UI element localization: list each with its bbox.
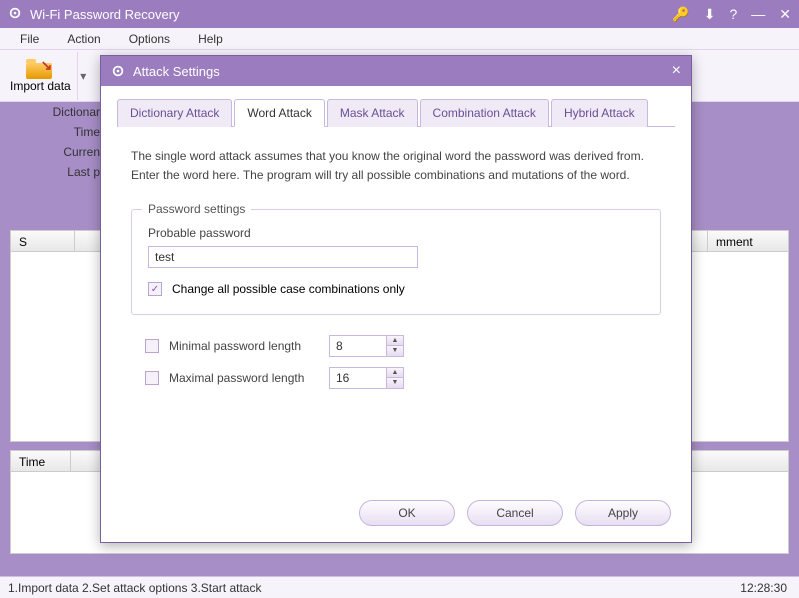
description-text: The single word attack assumes that you …: [131, 147, 661, 185]
min-length-spinner: ▲ ▼: [329, 335, 404, 357]
menu-help[interactable]: Help: [184, 29, 237, 49]
case-combinations-label: Change all possible case combinations on…: [172, 282, 405, 296]
toolbar-dropdown[interactable]: ▾: [77, 52, 89, 100]
dialog-icon: [111, 64, 125, 78]
max-length-up[interactable]: ▲: [387, 368, 403, 378]
info-current: Curren: [10, 142, 100, 162]
case-combinations-checkbox[interactable]: [148, 282, 162, 296]
password-settings-fieldset: Password settings Probable password Chan…: [131, 209, 661, 315]
col-time[interactable]: Time: [11, 451, 71, 471]
max-length-label: Maximal password length: [169, 371, 319, 385]
statusbar-time: 12:28:30: [740, 581, 791, 595]
import-data-label: Import data: [10, 79, 71, 93]
max-length-spinner: ▲ ▼: [329, 367, 404, 389]
min-length-input[interactable]: [329, 335, 387, 357]
dialog-close-icon[interactable]: ×: [672, 62, 681, 80]
minimize-icon[interactable]: —: [751, 7, 765, 21]
min-length-checkbox[interactable]: [145, 339, 159, 353]
attack-settings-dialog: Attack Settings × Dictionary Attack Word…: [100, 55, 692, 543]
info-panel: Dictionar Time Curren Last p: [10, 102, 100, 182]
min-length-label: Minimal password length: [169, 339, 319, 353]
apply-button[interactable]: Apply: [575, 500, 671, 526]
col-comment[interactable]: mment: [708, 231, 788, 251]
probable-password-input[interactable]: [148, 246, 418, 268]
window-title: Wi-Fi Password Recovery: [30, 7, 672, 22]
col-ssid[interactable]: S: [11, 231, 75, 251]
info-time: Time: [10, 122, 100, 142]
download-icon[interactable]: ⬇: [704, 7, 716, 21]
min-length-up[interactable]: ▲: [387, 336, 403, 346]
tab-content: The single word attack assumes that you …: [117, 127, 675, 419]
cancel-button[interactable]: Cancel: [467, 500, 563, 526]
main-titlebar: Wi-Fi Password Recovery 🔑 ⬇ ? — ✕: [0, 0, 799, 28]
tab-combination-attack[interactable]: Combination Attack: [420, 99, 549, 127]
statusbar-text: 1.Import data 2.Set attack options 3.Sta…: [8, 581, 740, 595]
max-length-checkbox[interactable]: [145, 371, 159, 385]
info-last: Last p: [10, 162, 100, 182]
tab-word-attack[interactable]: Word Attack: [234, 99, 324, 127]
menu-file[interactable]: File: [6, 29, 53, 49]
help-icon[interactable]: ?: [729, 7, 737, 21]
max-length-down[interactable]: ▼: [387, 378, 403, 388]
menu-options[interactable]: Options: [115, 29, 184, 49]
max-length-input[interactable]: [329, 367, 387, 389]
ok-button[interactable]: OK: [359, 500, 455, 526]
tab-hybrid-attack[interactable]: Hybrid Attack: [551, 99, 648, 127]
dialog-titlebar[interactable]: Attack Settings ×: [101, 56, 691, 86]
dialog-title: Attack Settings: [133, 64, 672, 79]
tab-dictionary-attack[interactable]: Dictionary Attack: [117, 99, 232, 127]
menubar: File Action Options Help: [0, 28, 799, 50]
app-icon: [8, 6, 24, 22]
close-icon[interactable]: ✕: [779, 7, 791, 21]
statusbar: 1.Import data 2.Set attack options 3.Sta…: [0, 576, 799, 598]
probable-password-label: Probable password: [148, 226, 644, 240]
tab-mask-attack[interactable]: Mask Attack: [327, 99, 418, 127]
menu-action[interactable]: Action: [53, 29, 114, 49]
min-length-down[interactable]: ▼: [387, 346, 403, 356]
dialog-tabs: Dictionary Attack Word Attack Mask Attac…: [117, 98, 675, 127]
import-data-button[interactable]: ↘ Import data: [4, 57, 77, 95]
fieldset-legend: Password settings: [142, 202, 251, 216]
key-icon[interactable]: 🔑: [672, 7, 689, 21]
info-dictionary: Dictionar: [10, 102, 100, 122]
folder-import-icon: ↘: [26, 59, 54, 79]
